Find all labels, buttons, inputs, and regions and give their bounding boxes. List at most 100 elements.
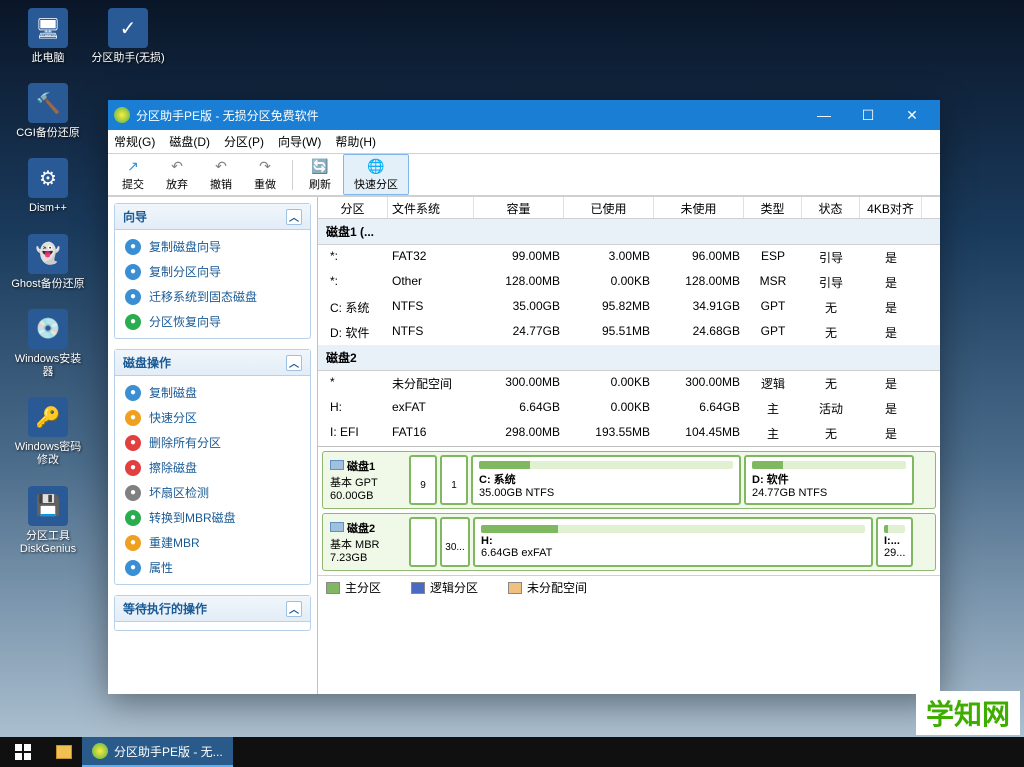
desktop-icon[interactable]: ✓分区助手(无损) <box>90 8 166 65</box>
cell: 是 <box>860 398 922 419</box>
taskbar-active-app[interactable]: 分区助手PE版 - 无... <box>82 737 233 767</box>
toolbar-快速分区[interactable]: 🌐快速分区 <box>343 154 409 195</box>
disk-info[interactable]: 磁盘2基本 MBR7.23GB <box>326 517 406 567</box>
panel: 向导︿ ●复制磁盘向导●复制分区向导●迁移系统到固态磁盘●分区恢复向导 <box>114 203 311 339</box>
col-header[interactable]: 未使用 <box>654 197 744 218</box>
legend-swatch <box>411 582 425 594</box>
folder-icon <box>56 745 72 759</box>
partition-block[interactable]: C: 系统35.00GB NTFS <box>471 455 741 505</box>
panel-item-label: 属性 <box>149 559 173 576</box>
partition-block[interactable]: 1 <box>440 455 468 505</box>
collapse-icon[interactable]: ︿ <box>286 601 302 617</box>
disk-group-header[interactable]: 磁盘1 (... <box>318 219 940 245</box>
panel-item[interactable]: ●删除所有分区 <box>115 430 310 455</box>
minimize-button[interactable]: — <box>802 101 846 129</box>
watermark-title: 学知网 <box>916 691 1020 735</box>
toolbar-label: 快速分区 <box>354 176 398 192</box>
panel-header[interactable]: 等待执行的操作︿ <box>115 596 310 622</box>
menu-item[interactable]: 帮助(H) <box>335 133 376 150</box>
toolbar-刷新[interactable]: 🔄刷新 <box>299 155 341 194</box>
panel-item-icon: ● <box>125 264 141 280</box>
desktop-icon[interactable]: 👻Ghost备份还原 <box>10 234 86 291</box>
desktop-icon-graphic: 💾 <box>28 486 68 526</box>
panel-item-label: 复制磁盘向导 <box>149 238 221 255</box>
panel-item-label: 分区恢复向导 <box>149 313 221 330</box>
panel-item[interactable]: ●坏扇区检测 <box>115 480 310 505</box>
toolbar-icon: ↷ <box>255 157 275 175</box>
desktop-icon[interactable]: 🔨CGI备份还原 <box>10 83 86 140</box>
col-header[interactable]: 已使用 <box>564 197 654 218</box>
panel-item[interactable]: ●分区恢复向导 <box>115 309 310 334</box>
panel-item[interactable]: ●复制分区向导 <box>115 259 310 284</box>
cell: 是 <box>860 373 922 394</box>
desktop-icon[interactable]: ⚙Dism++ <box>10 158 86 215</box>
menu-item[interactable]: 向导(W) <box>278 133 321 150</box>
desktop-icon[interactable]: 🖥此电脑 <box>10 8 86 65</box>
panel-item[interactable]: ●擦除磁盘 <box>115 455 310 480</box>
panel-item-icon: ● <box>125 239 141 255</box>
table-row[interactable]: I: EFIFAT16298.00MB193.55MB104.45MB主无是 <box>318 421 940 446</box>
toolbar-label: 刷新 <box>309 176 331 192</box>
collapse-icon[interactable]: ︿ <box>286 355 302 371</box>
partition-block[interactable]: I:...29... <box>876 517 913 567</box>
disk-group-header[interactable]: 磁盘2 <box>318 345 940 371</box>
toolbar: ↗提交↶放弃↶撤销↷重做🔄刷新🌐快速分区 <box>108 154 940 196</box>
partition-block[interactable]: 9 <box>409 455 437 505</box>
panel-item[interactable]: ●迁移系统到固态磁盘 <box>115 284 310 309</box>
menu-item[interactable]: 分区(P) <box>224 133 264 150</box>
panel-item[interactable]: ●转换到MBR磁盘 <box>115 505 310 530</box>
table-row[interactable]: *:FAT3299.00MB3.00MB96.00MBESP引导是 <box>318 245 940 270</box>
desktop-icon[interactable]: 💾分区工具DiskGenius <box>10 486 86 556</box>
toolbar-label: 放弃 <box>166 176 188 192</box>
panel-item[interactable]: ●复制磁盘 <box>115 380 310 405</box>
start-button[interactable] <box>0 737 46 767</box>
cell: 是 <box>860 272 922 293</box>
col-header[interactable]: 文件系统 <box>388 197 474 218</box>
panel-header[interactable]: 向导︿ <box>115 204 310 230</box>
panel-item[interactable]: ●重建MBR <box>115 530 310 555</box>
desktop-icon[interactable]: 🔑Windows密码修改 <box>10 397 86 467</box>
table-row[interactable]: C: 系统NTFS35.00GB95.82MB34.91GBGPT无是 <box>318 295 940 320</box>
table-row[interactable]: D: 软件NTFS24.77GB95.51MB24.68GBGPT无是 <box>318 320 940 345</box>
col-header[interactable]: 状态 <box>802 197 860 218</box>
panel-item[interactable]: ●属性 <box>115 555 310 580</box>
cell: 0.00KB <box>564 398 654 419</box>
col-header[interactable]: 分区 <box>318 197 388 218</box>
table-row[interactable]: *未分配空间300.00MB0.00KB300.00MB逻辑无是 <box>318 371 940 396</box>
toolbar-重做[interactable]: ↷重做 <box>244 155 286 194</box>
menu-item[interactable]: 常规(G) <box>114 133 155 150</box>
desktop-icon[interactable]: 💿Windows安装器 <box>10 309 86 379</box>
taskbar-explorer[interactable] <box>46 737 82 767</box>
panel-item[interactable]: ●快速分区 <box>115 405 310 430</box>
col-header[interactable]: 容量 <box>474 197 564 218</box>
menu-item[interactable]: 磁盘(D) <box>169 133 210 150</box>
col-header[interactable]: 类型 <box>744 197 802 218</box>
toolbar-撤销[interactable]: ↶撤销 <box>200 155 242 194</box>
table-row[interactable]: H:exFAT6.64GB0.00KB6.64GB主活动是 <box>318 396 940 421</box>
cell: GPT <box>744 322 802 343</box>
toolbar-放弃[interactable]: ↶放弃 <box>156 155 198 194</box>
table-row[interactable]: *:Other128.00MB0.00KB128.00MBMSR引导是 <box>318 270 940 295</box>
cell: FAT16 <box>388 423 474 444</box>
partition-block[interactable] <box>409 517 437 567</box>
legend-item: 逻辑分区 <box>411 579 478 596</box>
panel-header[interactable]: 磁盘操作︿ <box>115 350 310 376</box>
desktop-icon-graphic: 🖥 <box>28 8 68 48</box>
partition-block[interactable]: 30... <box>440 517 470 567</box>
col-header[interactable]: 4KB对齐 <box>860 197 922 218</box>
legend-item: 主分区 <box>326 579 381 596</box>
panel-item-label: 重建MBR <box>149 534 200 551</box>
disk-info[interactable]: 磁盘1基本 GPT60.00GB <box>326 455 406 505</box>
partition-block[interactable]: H:6.64GB exFAT <box>473 517 873 567</box>
titlebar[interactable]: 分区助手PE版 - 无损分区免费软件 — ☐ ✕ <box>108 100 940 130</box>
toolbar-icon: 🔄 <box>310 157 330 175</box>
collapse-icon[interactable]: ︿ <box>286 209 302 225</box>
desktop-icon-label: CGI备份还原 <box>16 127 80 140</box>
partition-block[interactable]: D: 软件24.77GB NTFS <box>744 455 914 505</box>
panel-item[interactable]: ● 复制磁盘向导 <box>115 234 310 259</box>
maximize-button[interactable]: ☐ <box>846 101 890 129</box>
desktop-icon-label: Windows安装器 <box>10 353 86 379</box>
toolbar-提交[interactable]: ↗提交 <box>112 155 154 194</box>
close-button[interactable]: ✕ <box>890 101 934 129</box>
disk-icon <box>330 460 344 470</box>
